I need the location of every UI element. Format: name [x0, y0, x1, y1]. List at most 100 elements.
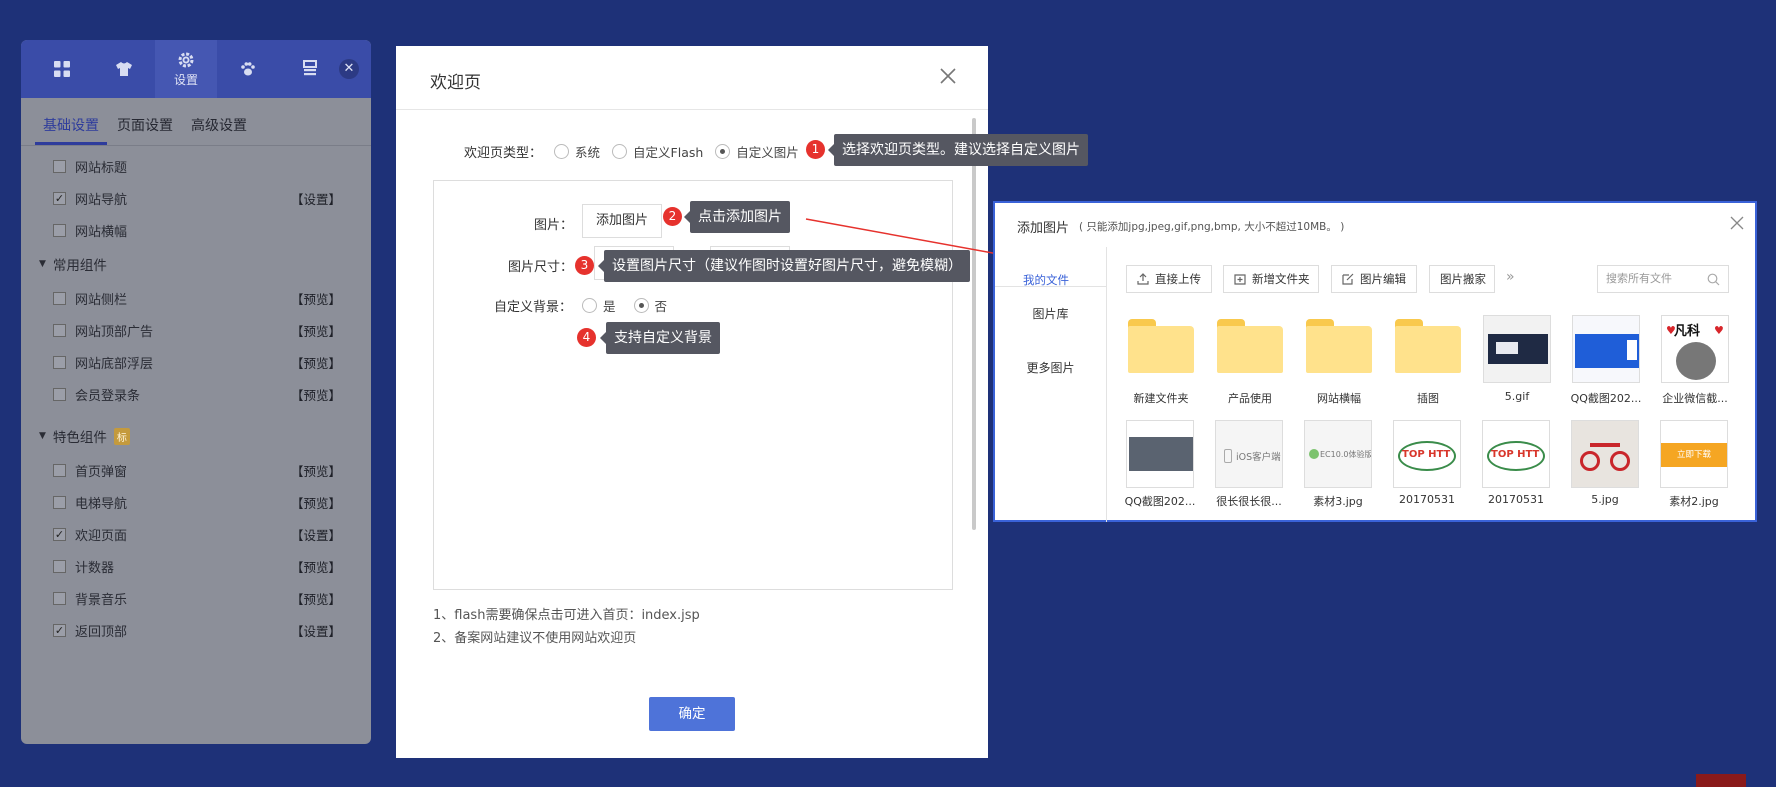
image-label: 20170531	[1488, 493, 1544, 506]
add-image-button[interactable]: 添加图片	[582, 204, 662, 238]
type-option-image[interactable]: 自定义图片	[736, 142, 799, 161]
sidebar-item-gallery[interactable]: 图片库	[995, 287, 1106, 341]
grid-icon	[54, 61, 70, 77]
image-label: QQ截图202...	[1124, 495, 1196, 508]
folder-tile[interactable]	[1395, 319, 1461, 373]
tab-modules[interactable]	[31, 40, 93, 98]
checkbox[interactable]	[53, 291, 66, 305]
folder-tile[interactable]	[1306, 319, 1372, 373]
image-thumb[interactable]	[1126, 420, 1194, 488]
checkbox[interactable]	[53, 323, 66, 337]
checkbox[interactable]	[53, 463, 66, 477]
setting-label: 背景音乐	[75, 592, 128, 608]
type-radio-image[interactable]	[715, 144, 731, 159]
image-thumb[interactable]: TOP HTT	[1482, 420, 1550, 488]
dialog-scrollbar[interactable]	[972, 118, 976, 530]
group-common-label: 常用组件	[52, 258, 107, 274]
checkbox[interactable]: ✓	[53, 623, 66, 637]
close-icon[interactable]	[1729, 215, 1745, 231]
new-folder-label: 新增文件夹	[1252, 272, 1310, 286]
bg-option-yes[interactable]: 是	[603, 296, 616, 315]
upload-button[interactable]: 直接上传	[1126, 265, 1212, 293]
subtab-page[interactable]: 页面设置	[109, 115, 181, 145]
corner-decoration	[1696, 774, 1746, 787]
setting-action-link[interactable]: 【预览】	[291, 353, 341, 372]
image-label: 素材3.jpg	[1313, 495, 1363, 508]
setting-action-link[interactable]: 【预览】	[291, 589, 341, 608]
group-common[interactable]: ▼ 常用组件	[21, 246, 371, 282]
callout-number-2: 2	[663, 207, 682, 226]
close-icon[interactable]	[938, 66, 958, 86]
checkbox[interactable]	[53, 355, 66, 369]
tab-layout[interactable]	[279, 40, 341, 98]
checkbox[interactable]	[53, 387, 66, 401]
type-radio-system[interactable]	[554, 144, 570, 159]
image-thumb[interactable]: EC10.0体验版	[1304, 420, 1372, 488]
confirm-button[interactable]: 确定	[649, 697, 735, 731]
setting-action-link[interactable]: 【预览】	[291, 493, 341, 512]
setting-action-link[interactable]: 【预览】	[291, 385, 341, 404]
panel-icon-bar: 设置 ✕	[21, 40, 371, 98]
setting-action-link[interactable]: 【设置】	[291, 525, 341, 544]
image-label: 图片：	[534, 218, 574, 233]
checkbox[interactable]	[53, 591, 66, 605]
checkbox[interactable]	[53, 495, 66, 509]
search-input[interactable]: 搜索所有文件	[1597, 265, 1729, 293]
subtab-advanced[interactable]: 高级设置	[183, 115, 255, 145]
checkbox[interactable]: ✓	[53, 527, 66, 541]
setting-row: 计数器 【预览】	[21, 550, 371, 582]
setting-action-link[interactable]: 【预览】	[291, 557, 341, 576]
image-move-button[interactable]: 图片搬家	[1429, 265, 1495, 293]
heart-icon: ♥	[1714, 324, 1724, 337]
image-label: 很长很长很...	[1216, 495, 1282, 508]
new-folder-button[interactable]: 新增文件夹	[1223, 265, 1319, 293]
thumb-text-top: TOP HTT	[1491, 449, 1540, 460]
folder-tile[interactable]	[1217, 319, 1283, 373]
image-thumb[interactable]: 凡科 ♥ ♥	[1661, 315, 1729, 383]
setting-label: 首页弹窗	[75, 464, 128, 480]
bg-option-no[interactable]: 否	[655, 296, 668, 315]
group-feature-label: 特色组件	[52, 430, 107, 446]
bg-radio-no[interactable]	[633, 298, 649, 313]
more-tools-icon[interactable]: »	[1506, 269, 1515, 285]
setting-action-link[interactable]: 【设置】	[291, 189, 341, 208]
checkbox[interactable]	[53, 159, 66, 173]
tab-settings[interactable]: 设置	[155, 40, 217, 98]
image-thumb[interactable]: TOP HTT	[1393, 420, 1461, 488]
setting-action-link[interactable]: 【预览】	[291, 461, 341, 480]
checkbox[interactable]	[53, 223, 66, 237]
setting-action-link[interactable]: 【预览】	[291, 321, 341, 340]
setting-label: 网站侧栏	[75, 292, 128, 308]
type-option-system[interactable]: 系统	[575, 142, 600, 161]
image-thumb[interactable]	[1572, 315, 1640, 383]
setting-row: ✓ 网站导航 【设置】	[21, 182, 371, 214]
callout-tip-2: 点击添加图片	[684, 201, 790, 233]
checkbox[interactable]	[53, 559, 66, 573]
welcome-type-row: 欢迎页类型： 系统 自定义Flash 自定义图片	[464, 142, 799, 161]
setting-action-link[interactable]: 【设置】	[291, 621, 341, 640]
image-thumb[interactable]: 立即下载	[1660, 420, 1728, 488]
tab-pets[interactable]	[217, 40, 279, 98]
group-feature[interactable]: ▼ 特色组件 标	[21, 418, 371, 454]
checkbox[interactable]: ✓	[53, 191, 66, 205]
image-label: 素材2.jpg	[1669, 495, 1719, 508]
panel-close-button[interactable]: ✕	[339, 59, 359, 79]
subtab-basic[interactable]: 基础设置	[35, 115, 107, 145]
sidebar-item-my-files[interactable]: 我的文件	[1023, 272, 1069, 288]
folder-tile[interactable]	[1128, 319, 1194, 373]
basic-items-list: 网站标题 ✓ 网站导航 【设置】 网站横幅	[21, 150, 371, 246]
image-thumb[interactable]	[1571, 420, 1639, 488]
sidebar-item-more[interactable]: 更多图片	[995, 341, 1106, 395]
image-edit-button[interactable]: 图片编辑	[1331, 265, 1417, 293]
setting-action-link[interactable]: 【预览】	[291, 289, 341, 308]
tab-style[interactable]	[93, 40, 155, 98]
feature-items-list: 首页弹窗 【预览】 电梯导航 【预览】 ✓ 欢迎页面 【设置】 计数器 【预览】 背景音乐 【预览】…	[21, 454, 371, 646]
folder-label: 插图	[1417, 392, 1439, 405]
type-radio-flash[interactable]	[612, 144, 628, 159]
thumb-text-fanke: 凡科	[1674, 324, 1701, 339]
image-label: 5.jpg	[1591, 493, 1619, 506]
type-option-flash[interactable]: 自定义Flash	[633, 142, 703, 161]
image-thumb[interactable]: iOS客户端	[1215, 420, 1283, 488]
image-thumb[interactable]	[1483, 315, 1551, 383]
bg-radio-yes[interactable]	[582, 298, 598, 313]
